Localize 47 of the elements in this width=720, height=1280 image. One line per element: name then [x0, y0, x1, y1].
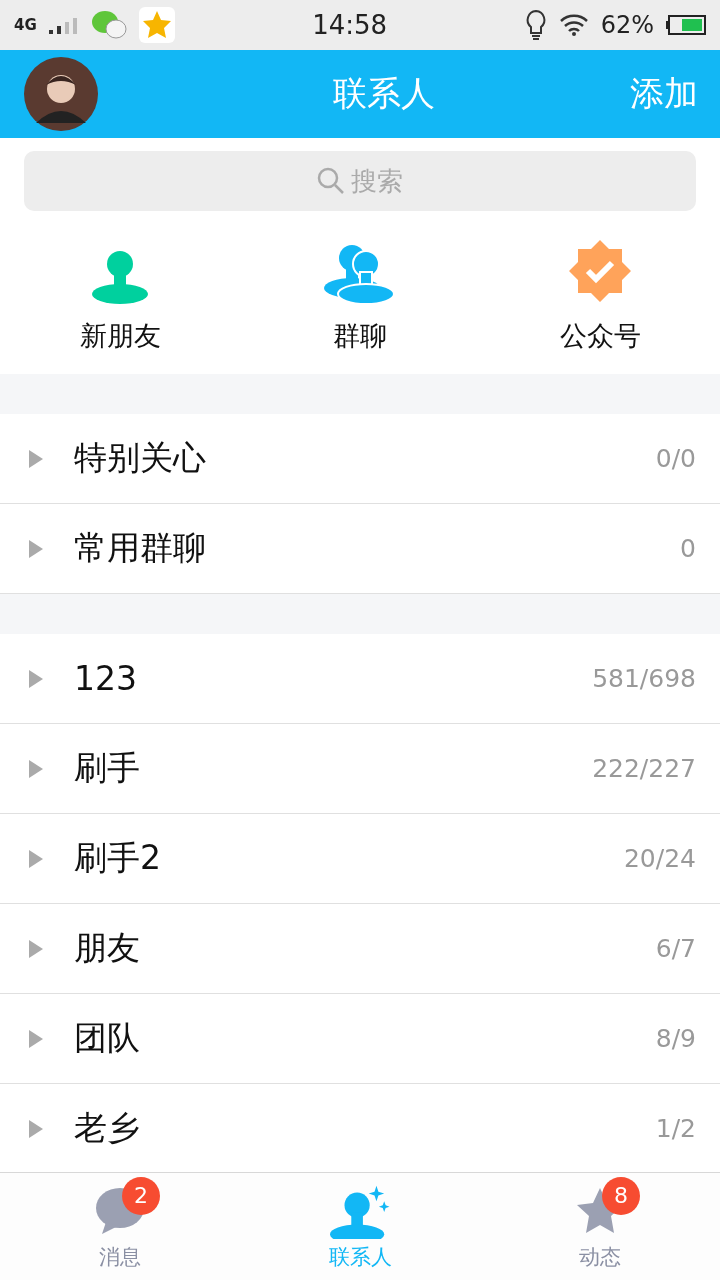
- online-count: 0/0: [655, 444, 696, 473]
- avatar-icon[interactable]: [24, 57, 98, 131]
- clock-time: 14:58: [311, 10, 389, 40]
- online-count: 8/9: [655, 1024, 696, 1053]
- group-row[interactable]: 123 581/698: [0, 634, 720, 724]
- tab-label: 联系人: [328, 1243, 392, 1271]
- group-name: 常用群聊: [74, 527, 207, 569]
- group-name: 刷手: [74, 747, 141, 789]
- online-count: 20/24: [623, 844, 696, 873]
- search-icon: [317, 167, 345, 195]
- battery-icon: [666, 15, 706, 35]
- shortcut-item[interactable]: 新朋友: [20, 242, 220, 354]
- shortcut-label: 群聊: [333, 319, 387, 353]
- shortcut-label: 公众号: [559, 319, 641, 353]
- group-row[interactable]: 团队 8/9: [0, 994, 720, 1084]
- unread-count: 2: [122, 1176, 160, 1215]
- group-row[interactable]: 朋友 6/7: [0, 904, 720, 994]
- group-name: 特别关心: [74, 437, 207, 479]
- search-placeholder: 搜索: [351, 164, 403, 198]
- tab-label: 消息: [99, 1243, 141, 1271]
- wifi-icon: [558, 13, 589, 37]
- group-name: 老乡: [74, 1107, 141, 1149]
- online-count: 581/698: [592, 664, 696, 693]
- group-name: 刷手2: [74, 837, 162, 879]
- shortcut-item[interactable]: 群聊: [260, 238, 460, 354]
- signal-icon: [48, 16, 79, 34]
- group-row[interactable]: 刷手2 20/24: [0, 814, 720, 904]
- battery-percent: 62%: [600, 11, 654, 39]
- page-title: 联系人: [332, 72, 436, 115]
- star-app-icon: [138, 7, 175, 43]
- online-count: 6/7: [655, 934, 696, 963]
- group-name: 123: [74, 659, 138, 698]
- unread-count: 8: [602, 1176, 640, 1215]
- lightbulb-icon: [524, 9, 547, 41]
- group-row[interactable]: 刷手 222/227: [0, 724, 720, 814]
- network-label: 4G: [14, 16, 37, 34]
- group-name: 朋友: [74, 927, 141, 969]
- group-row[interactable]: 特别关心 0/0: [0, 414, 720, 504]
- online-count: 222/227: [592, 754, 696, 783]
- shortcut-label: 新朋友: [79, 319, 161, 353]
- chat-app-icon: [90, 10, 127, 40]
- tab-label: 动态: [579, 1243, 621, 1271]
- online-count: 0: [680, 534, 696, 563]
- shortcut-item[interactable]: 公众号: [500, 238, 700, 354]
- verified-badge-icon: [567, 238, 633, 304]
- online-count: 1/2: [655, 1114, 696, 1143]
- group-name: 团队: [74, 1017, 141, 1059]
